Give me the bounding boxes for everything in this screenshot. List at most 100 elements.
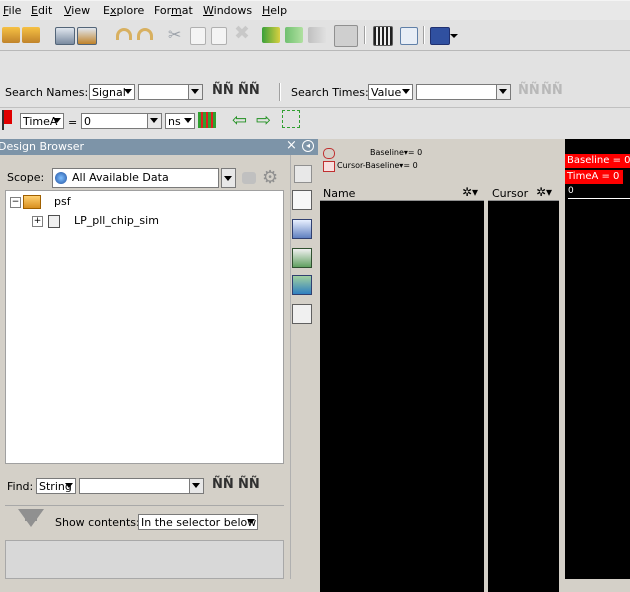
marker-list-icon[interactable] xyxy=(282,110,300,128)
next-edge-icon[interactable]: ⇨ xyxy=(256,110,271,131)
name-column-header: Name ✲▾ xyxy=(320,185,484,201)
show-contents-label: Show contents: xyxy=(55,516,140,529)
scope-dropdown-button[interactable] xyxy=(221,168,236,188)
undock-icon[interactable]: ◂ xyxy=(302,140,314,152)
marker-waveform-icon[interactable] xyxy=(198,112,216,128)
side-schematic-icon[interactable] xyxy=(292,190,312,210)
scope-options-icon[interactable] xyxy=(242,172,256,184)
search-names-label: Search Names: xyxy=(5,86,89,99)
side-browser-icon[interactable] xyxy=(294,165,312,183)
window-layout-icon[interactable] xyxy=(430,27,450,45)
find-dropdown-button[interactable] xyxy=(189,478,204,494)
cursor-baseline-label[interactable]: Cursor-Baseline▾= 0 xyxy=(337,161,418,170)
time-axis xyxy=(568,198,630,199)
find-prev-icon[interactable]: ÑÑ xyxy=(238,477,260,492)
baseline-icon xyxy=(323,148,335,159)
find-binoculars-icon[interactable] xyxy=(334,25,358,47)
toolbar-separator-2 xyxy=(423,26,425,44)
time-value-input[interactable]: 0 xyxy=(81,113,147,129)
cursor-column xyxy=(488,186,559,592)
show-contents-select[interactable]: In the selector below xyxy=(138,514,258,530)
time-equals-label: = xyxy=(68,116,78,129)
search-separator xyxy=(279,83,281,101)
scope-select[interactable]: All Available Data xyxy=(52,168,219,188)
signal-list xyxy=(5,540,284,579)
menu-format[interactable]: Format xyxy=(154,4,193,17)
send-to-schematic-icon[interactable] xyxy=(285,27,303,43)
open-database-icon[interactable] xyxy=(22,27,40,43)
side-register-icon[interactable] xyxy=(292,248,312,268)
search-times-dropdown-button[interactable] xyxy=(496,84,511,100)
menu-view[interactable]: View xyxy=(64,4,90,17)
side-source-icon[interactable] xyxy=(292,275,312,295)
search-names-next-icon[interactable]: ÑÑ xyxy=(212,83,234,98)
search-times-prev-icon[interactable]: ÑÑ xyxy=(541,83,563,98)
scope-tree xyxy=(5,190,284,464)
tree-item-psf[interactable]: psf xyxy=(54,195,71,208)
name-column-label[interactable]: Name xyxy=(323,187,355,200)
find-type-select[interactable]: String xyxy=(36,478,76,494)
menu-explore[interactable]: Explore xyxy=(103,4,144,17)
side-waveform-icon[interactable] xyxy=(292,219,312,239)
time-axis-zero-label: 0 xyxy=(568,186,574,196)
zoom-region-icon[interactable] xyxy=(373,26,393,46)
cursor-column-menu-icon[interactable]: ✲▾ xyxy=(536,185,552,199)
find-input[interactable] xyxy=(79,478,189,494)
undo-icon[interactable] xyxy=(116,28,132,40)
new-window-icon[interactable] xyxy=(55,27,75,45)
search-toolbar xyxy=(0,52,630,78)
menu-help[interactable]: Help xyxy=(262,4,287,17)
search-times-next-icon[interactable]: ÑÑ xyxy=(518,83,540,98)
expander-collapse-icon[interactable]: − xyxy=(10,197,21,208)
time-value-dropdown-button[interactable] xyxy=(147,113,162,129)
new-waveform-icon[interactable] xyxy=(77,27,97,45)
search-names-prev-icon[interactable]: ÑÑ xyxy=(238,83,260,98)
time-unit-select[interactable]: ns xyxy=(165,113,195,129)
properties-icon[interactable] xyxy=(400,27,418,45)
search-names-dropdown-button[interactable] xyxy=(188,84,203,100)
window-layout-dropdown-icon[interactable] xyxy=(450,34,458,38)
redo-icon[interactable] xyxy=(137,28,153,40)
scope-label: Scope: xyxy=(7,171,45,184)
baseline-marker[interactable]: Baseline = 0 xyxy=(565,154,630,168)
name-column-menu-icon[interactable]: ✲▾ xyxy=(462,185,478,199)
cursor-column-header: Cursor ✲▾ xyxy=(488,185,559,201)
previous-edge-icon[interactable]: ⇦ xyxy=(232,110,247,131)
module-icon xyxy=(48,215,60,228)
globe-icon xyxy=(55,172,67,184)
copy-icon[interactable] xyxy=(190,27,206,45)
menu-bar: File Edit View Explore Format Windows He… xyxy=(0,0,630,21)
search-times-label: Search Times: xyxy=(291,86,369,99)
cut-icon[interactable]: ✂ xyxy=(168,25,181,44)
search-times-input[interactable] xyxy=(416,84,497,100)
search-times-type-select[interactable]: Value xyxy=(368,84,413,100)
settings-gear-icon[interactable]: ⚙ xyxy=(262,167,278,188)
design-browser-header: Design Browser × ◂ xyxy=(0,138,318,155)
toolbar-separator xyxy=(364,26,366,44)
cursor-column-label[interactable]: Cursor xyxy=(492,187,528,200)
close-icon[interactable]: × xyxy=(286,138,297,153)
baseline-label[interactable]: Baseline▾= 0 xyxy=(370,148,422,157)
side-compare-icon[interactable] xyxy=(292,304,312,324)
database-icon xyxy=(23,195,41,209)
main-toolbar: ✂ ✖ xyxy=(0,20,630,51)
time-marker-select[interactable]: TimeA xyxy=(20,113,64,129)
waveform-canvas[interactable] xyxy=(565,139,630,579)
find-label: Find: xyxy=(7,480,34,493)
timea-marker[interactable]: TimeA = 0 xyxy=(565,170,623,184)
send-to-waveform-icon[interactable] xyxy=(262,27,280,43)
find-next-icon[interactable]: ÑÑ xyxy=(212,477,234,492)
delete-icon[interactable]: ✖ xyxy=(234,22,250,44)
menu-edit[interactable]: Edit xyxy=(31,4,52,17)
menu-file[interactable]: File xyxy=(3,4,21,17)
send-to-register-icon[interactable] xyxy=(308,27,326,43)
design-browser-title: Design Browser xyxy=(0,140,85,153)
search-names-type-select[interactable]: Signal xyxy=(89,84,135,100)
open-icon[interactable] xyxy=(2,27,20,43)
menu-windows[interactable]: Windows xyxy=(203,4,252,17)
paste-icon[interactable] xyxy=(211,27,227,45)
tree-item-lp-pll-chip-sim[interactable]: LP_pll_chip_sim xyxy=(74,214,159,227)
name-column xyxy=(320,186,484,592)
cursor-baseline-icon xyxy=(323,161,335,172)
expander-expand-icon[interactable]: + xyxy=(32,216,43,227)
